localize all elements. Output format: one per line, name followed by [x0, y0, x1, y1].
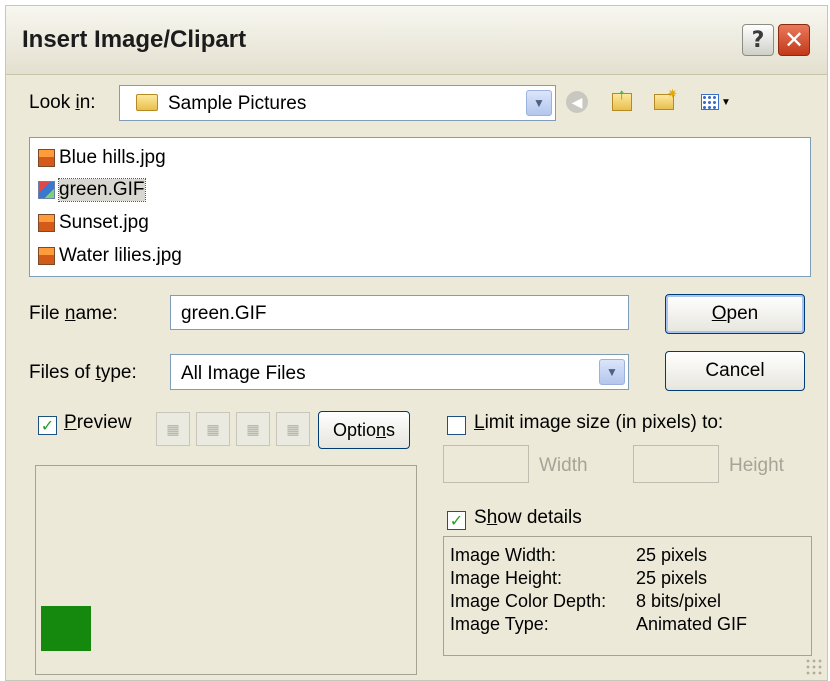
- show-details-checkbox[interactable]: ✓: [447, 511, 466, 530]
- files-of-type-value: All Image Files: [181, 363, 306, 384]
- detail-key: Image Height:: [450, 568, 563, 588]
- limit-size-checkbox[interactable]: ✓: [447, 416, 466, 435]
- close-button[interactable]: ✕: [778, 24, 810, 56]
- rotate-right-icon: ▦: [196, 412, 230, 446]
- look-in-combo[interactable]: Sample Pictures ▼: [119, 85, 556, 121]
- back-icon[interactable]: ◀: [563, 88, 591, 116]
- width-input: [443, 445, 529, 483]
- files-of-type-select[interactable]: All Image Files ▼: [170, 354, 629, 390]
- image-file-icon: [38, 149, 55, 167]
- up-folder-icon[interactable]: ↑: [608, 86, 636, 116]
- detail-value: 8 bits/pixel: [636, 591, 722, 611]
- new-folder-icon[interactable]: ✷: [650, 86, 678, 116]
- list-item-green-gif[interactable]: green.GIF: [38, 176, 146, 204]
- look-in-dropdown-arrow[interactable]: ▼: [526, 90, 552, 116]
- look-in-value: Sample Pictures: [168, 93, 307, 114]
- file-name-input[interactable]: green.GIF: [170, 295, 629, 330]
- detail-value: 25 pixels: [636, 545, 708, 565]
- list-item-sunset[interactable]: Sunset.jpg: [38, 209, 149, 237]
- width-label: Width: [539, 455, 588, 476]
- image-file-icon: [38, 214, 55, 232]
- resize-grip[interactable]: [805, 658, 823, 676]
- folder-icon: [136, 94, 158, 111]
- open-button[interactable]: Open: [665, 294, 805, 334]
- rotate-left-icon: ▦: [156, 412, 190, 446]
- file-list[interactable]: Blue hills.jpg green.GIF Sunset.jpg Wate…: [29, 137, 811, 277]
- detail-key: Image Width:: [450, 545, 557, 565]
- file-name-label: File name:: [29, 303, 118, 324]
- image-preview: [35, 465, 417, 675]
- file-name-value: green.GIF: [181, 303, 267, 324]
- insert-image-dialog: Insert Image/Clipart ? ✕ Look in: Sample…: [5, 5, 828, 681]
- flip-vertical-icon: ▦: [236, 412, 270, 446]
- help-button[interactable]: ?: [742, 24, 774, 56]
- options-button[interactable]: Optio n s: [318, 411, 410, 449]
- show-details-label[interactable]: Show details: [474, 507, 582, 529]
- window-title: Insert Image/Clipart: [22, 26, 247, 53]
- preview-image: [41, 606, 91, 651]
- cancel-button[interactable]: Cancel: [665, 351, 805, 391]
- detail-key: Image Color Depth:: [450, 591, 607, 611]
- detail-value: 25 pixels: [636, 568, 708, 588]
- list-item-water-lilies[interactable]: Water lilies.jpg: [38, 242, 182, 270]
- detail-key: Image Type:: [450, 614, 549, 634]
- height-input: [633, 445, 719, 483]
- height-label: Height: [729, 455, 784, 476]
- look-in-label: Look in:: [29, 92, 96, 113]
- image-file-icon: [38, 247, 55, 265]
- files-of-type-label: Files of type:: [29, 362, 137, 383]
- title-bar: Insert Image/Clipart ? ✕: [6, 6, 827, 75]
- image-details-panel: Image Width: 25 pixels Image Height: 25 …: [443, 536, 812, 656]
- detail-value: Animated GIF: [636, 614, 748, 634]
- file-name: Water lilies.jpg: [59, 245, 182, 266]
- file-name: Blue hills.jpg: [59, 147, 166, 168]
- list-item-blue-hills[interactable]: Blue hills.jpg: [38, 144, 166, 172]
- file-name: green.GIF: [58, 178, 146, 202]
- preview-checkbox[interactable]: ✓: [38, 416, 57, 435]
- files-of-type-dropdown-arrow[interactable]: ▼: [599, 359, 625, 385]
- view-menu-icon[interactable]: ▼: [696, 88, 736, 116]
- preview-label[interactable]: Preview: [64, 412, 132, 434]
- flip-horizontal-icon: ▦: [276, 412, 310, 446]
- limit-size-label[interactable]: Limit image size (in pixels) to:: [474, 412, 723, 434]
- file-name: Sunset.jpg: [59, 212, 149, 233]
- gif-file-icon: [38, 181, 55, 199]
